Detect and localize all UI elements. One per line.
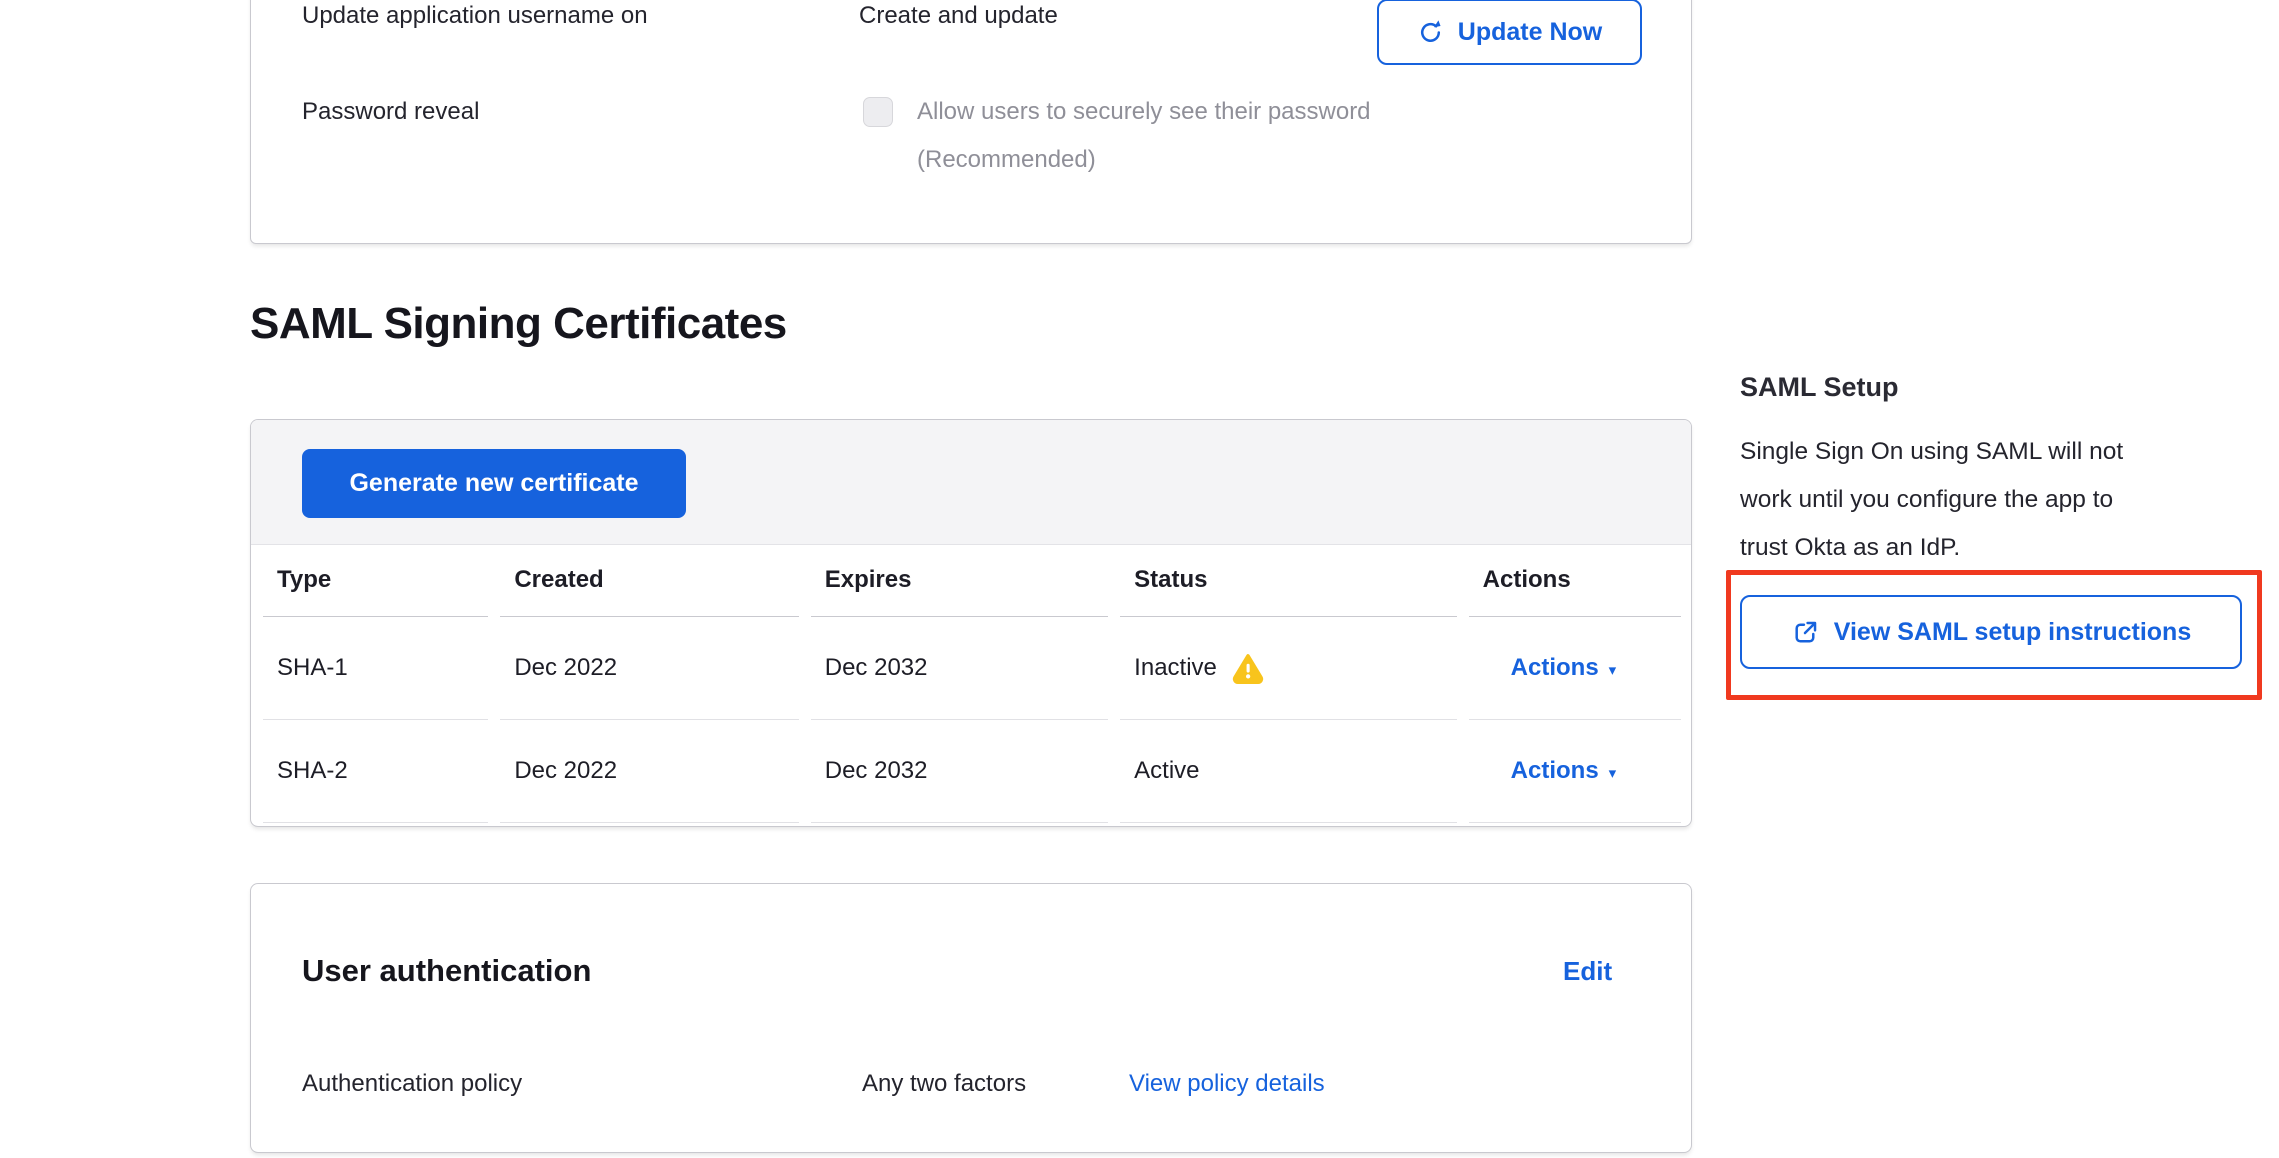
cell-expires: Dec 2032 <box>811 720 1108 823</box>
external-link-icon <box>1791 618 1820 647</box>
user-authentication-card: User authentication Edit Authentication … <box>250 883 1692 1153</box>
warning-icon <box>1231 653 1265 684</box>
actions-dropdown-sha1[interactable]: Actions ▾ <box>1511 654 1617 682</box>
status-text: Active <box>1134 757 1199 785</box>
status-text: Inactive <box>1134 654 1217 682</box>
update-username-label: Update application username on <box>302 1 648 31</box>
generate-new-certificate-button[interactable]: Generate new certificate <box>302 449 686 518</box>
edit-link[interactable]: Edit <box>1563 956 1612 986</box>
password-reveal-help-line2: (Recommended) <box>917 145 1096 175</box>
cell-status: Inactive <box>1120 617 1456 720</box>
update-now-label: Update Now <box>1458 18 1602 47</box>
cell-created: Dec 2022 <box>500 720 798 823</box>
cell-status: Active <box>1120 720 1456 823</box>
certificates-table-header-row: Type Created Expires Status Actions <box>263 544 1681 617</box>
column-header-created: Created <box>500 544 798 617</box>
column-header-type: Type <box>263 544 488 617</box>
cell-actions: Actions ▾ <box>1469 720 1681 823</box>
certificates-card: Generate new certificate Type Created Ex… <box>250 419 1692 827</box>
table-row-sha1: SHA-1 Dec 2022 Dec 2032 Inactive <box>263 617 1681 720</box>
view-saml-setup-instructions-button[interactable]: View SAML setup instructions <box>1740 595 2242 669</box>
chevron-down-icon: ▾ <box>1609 766 1617 781</box>
saml-signing-certificates-heading: SAML Signing Certificates <box>250 298 787 350</box>
certificates-table: Type Created Expires Status Actions SHA-… <box>251 544 1693 823</box>
saml-setup-description: Single Sign On using SAML will not work … <box>1740 428 2250 572</box>
cell-expires: Dec 2032 <box>811 617 1108 720</box>
description-line: Single Sign On using SAML will not <box>1740 428 2250 476</box>
authentication-policy-label: Authentication policy <box>302 1069 522 1099</box>
column-header-expires: Expires <box>811 544 1108 617</box>
actions-label: Actions <box>1511 757 1599 785</box>
update-username-value: Create and update <box>859 1 1058 31</box>
column-header-actions: Actions <box>1469 544 1681 617</box>
description-line: trust Okta as an IdP. <box>1740 524 2250 572</box>
password-reveal-help-line1: Allow users to securely see their passwo… <box>917 97 1371 127</box>
sign-on-settings-card: Update application username on Create an… <box>250 0 1692 244</box>
view-saml-setup-label: View SAML setup instructions <box>1834 618 2191 647</box>
password-reveal-label: Password reveal <box>302 97 479 127</box>
table-row-sha2: SHA-2 Dec 2022 Dec 2032 Active Actions ▾ <box>263 720 1681 823</box>
update-now-button[interactable]: Update Now <box>1377 0 1642 65</box>
column-header-status: Status <box>1120 544 1456 617</box>
description-line: work until you configure the app to <box>1740 476 2250 524</box>
refresh-icon <box>1417 19 1444 46</box>
actions-label: Actions <box>1511 654 1599 682</box>
page: Update application username on Create an… <box>0 0 2279 1158</box>
authentication-policy-value: Any two factors <box>862 1069 1026 1099</box>
saml-setup-heading: SAML Setup <box>1740 372 1899 403</box>
view-policy-details-link[interactable]: View policy details <box>1129 1069 1325 1099</box>
cell-created: Dec 2022 <box>500 617 798 720</box>
password-reveal-checkbox[interactable] <box>863 97 893 127</box>
actions-dropdown-sha2[interactable]: Actions ▾ <box>1511 757 1617 785</box>
cell-type: SHA-1 <box>263 617 488 720</box>
cell-type: SHA-2 <box>263 720 488 823</box>
chevron-down-icon: ▾ <box>1609 663 1617 678</box>
cell-actions: Actions ▾ <box>1469 617 1681 720</box>
user-authentication-heading: User authentication <box>302 950 591 992</box>
